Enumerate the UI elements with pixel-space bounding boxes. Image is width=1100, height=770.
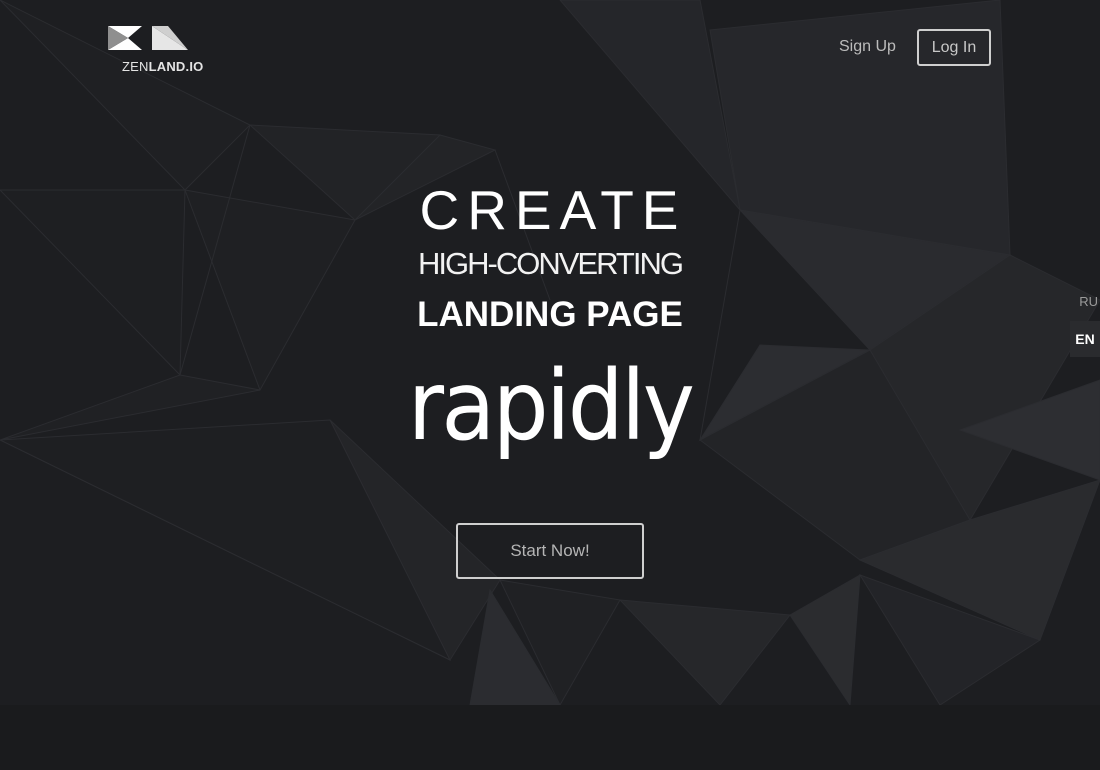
- login-button[interactable]: Log In: [917, 29, 991, 66]
- headline-high-converting: HIGH-CONVERTING: [418, 246, 684, 281]
- brand-name-light: ZEN: [122, 59, 149, 74]
- start-now-button[interactable]: Start Now!: [456, 523, 644, 579]
- brand-logo[interactable]: ZENLAND.IO: [108, 24, 208, 76]
- headline-create: CREATE: [419, 179, 687, 241]
- logo-mark-icon: [108, 26, 188, 50]
- headline-landing-page: LANDING PAGE: [417, 295, 683, 334]
- hero-section: ZENLAND.IO Sign Up Log In RU EN CREATE H…: [0, 0, 1100, 705]
- signup-link[interactable]: Sign Up: [839, 38, 896, 56]
- brand-name: ZENLAND.IO: [122, 59, 203, 74]
- headline-rapidly: rapidly: [407, 350, 695, 462]
- footer-band: [0, 705, 1100, 770]
- brand-name-bold: LAND.IO: [148, 59, 204, 74]
